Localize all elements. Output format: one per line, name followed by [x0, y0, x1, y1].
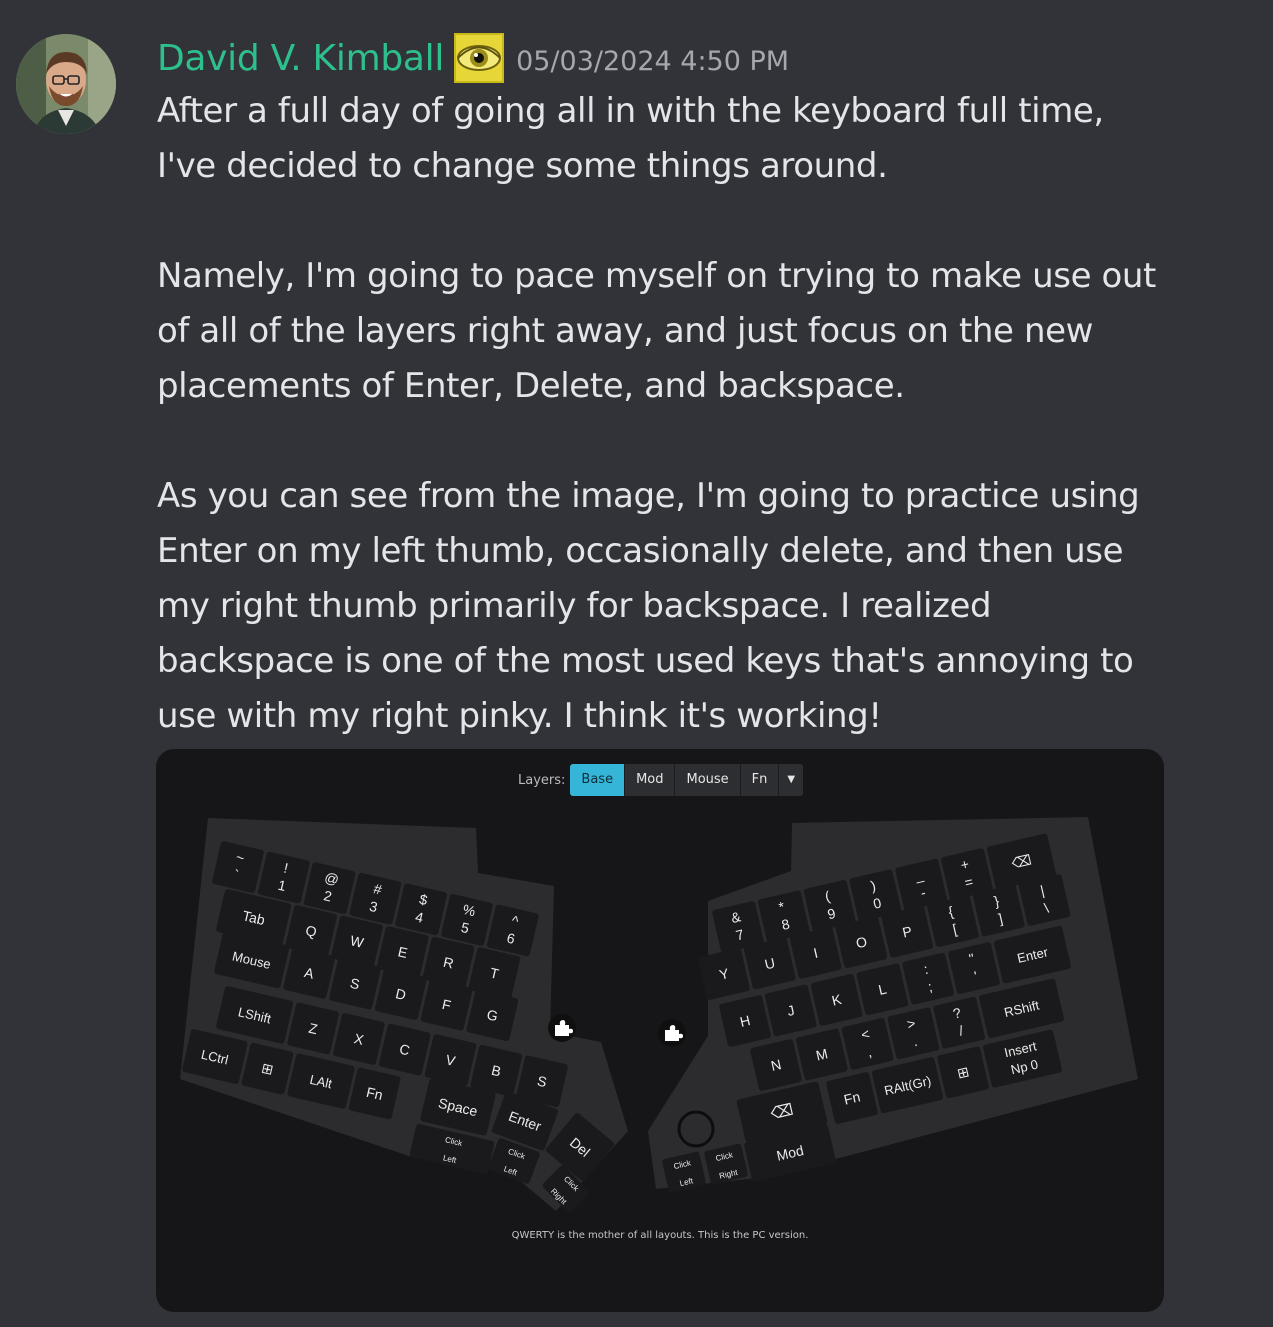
author-name[interactable]: David V. Kimball [157, 38, 444, 79]
user-avatar[interactable] [16, 34, 116, 134]
message-paragraph: Namely, I'm going to pace myself on tryi… [157, 256, 1156, 406]
message-header: David V. Kimball 05/03/2024 4:50 PM [157, 30, 789, 86]
message-body: After a full day of going all in with th… [157, 84, 1157, 744]
puzzle-icon [548, 1014, 576, 1042]
keyboard-diagram: ~` !1 @2 #3 $4 %5 ^6TabQWERTMouseASDFGLShiftZX… [180, 817, 1138, 1213]
message-paragraph: After a full day of going all in with th… [157, 91, 1104, 186]
yellow-eye-icon[interactable] [454, 33, 505, 83]
message-paragraph: As you can see from the image, I'm going… [157, 476, 1140, 736]
layout-caption: QWERTY is the mother of all layouts. Thi… [511, 1230, 809, 1241]
image-attachment[interactable]: Layers: Base Mod Mouse Fn ▼ ~ `! 1 @2 #3 $4% 5… [156, 749, 1164, 1312]
puzzle-icon [658, 1019, 686, 1047]
message-timestamp[interactable]: 05/03/2024 4:50 PM [516, 46, 789, 77]
avatar-image [16, 34, 116, 134]
